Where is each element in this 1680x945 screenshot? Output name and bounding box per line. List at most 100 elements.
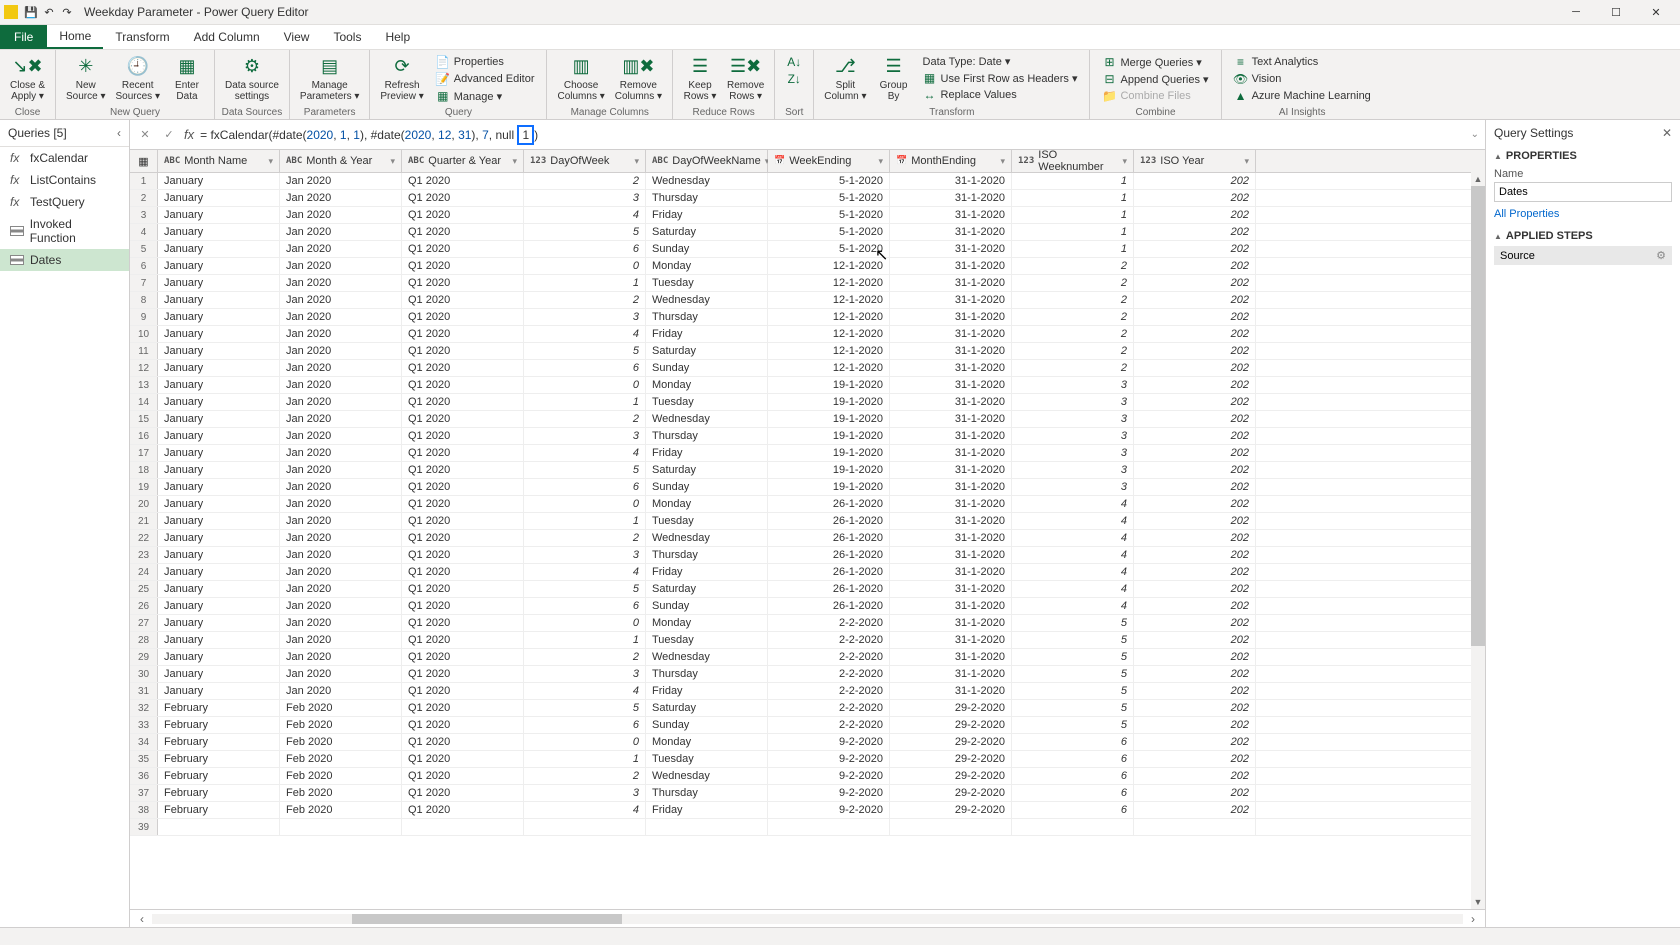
cell-monthyear[interactable]: Jan 2020 xyxy=(280,564,402,580)
cell-month[interactable]: February xyxy=(158,717,280,733)
cell-downame[interactable]: Saturday xyxy=(646,343,768,359)
cell-qy[interactable]: Q1 2020 xyxy=(402,700,524,716)
refresh-preview-button[interactable]: ⟳Refresh Preview ▾ xyxy=(376,52,427,104)
remove-rows-button[interactable]: ☰✖Remove Rows ▾ xyxy=(723,52,768,104)
cell-weekending[interactable]: 19-1-2020 xyxy=(768,411,890,427)
cell-qy[interactable]: Q1 2020 xyxy=(402,309,524,325)
close-settings-icon[interactable]: ✕ xyxy=(1662,126,1672,140)
cell-isoyear[interactable]: 202 xyxy=(1134,394,1256,410)
row-number[interactable]: 3 xyxy=(130,207,158,223)
cell-month[interactable]: February xyxy=(158,768,280,784)
cell-month[interactable]: January xyxy=(158,394,280,410)
table-row[interactable]: 2JanuaryJan 2020Q1 20203Thursday5-1-2020… xyxy=(130,190,1485,207)
cell-downame[interactable]: Wednesday xyxy=(646,411,768,427)
table-row[interactable]: 12JanuaryJan 2020Q1 20206Sunday12-1-2020… xyxy=(130,360,1485,377)
cell-monthending[interactable]: 29-2-2020 xyxy=(890,751,1012,767)
cell-monthyear[interactable]: Feb 2020 xyxy=(280,717,402,733)
cell-month[interactable]: January xyxy=(158,275,280,291)
cell-downame[interactable]: Sunday xyxy=(646,479,768,495)
filter-dropdown-icon[interactable]: ▾ xyxy=(1244,156,1249,167)
cell-downame[interactable]: Tuesday xyxy=(646,513,768,529)
cell-monthending[interactable]: 31-1-2020 xyxy=(890,649,1012,665)
table-row[interactable]: 33FebruaryFeb 2020Q1 20206Sunday2-2-2020… xyxy=(130,717,1485,734)
split-column-button[interactable]: ⎇Split Column ▾ xyxy=(820,52,870,104)
row-number[interactable]: 11 xyxy=(130,343,158,359)
cell-downame[interactable]: Saturday xyxy=(646,700,768,716)
cell-isoyear[interactable]: 202 xyxy=(1134,258,1256,274)
cell-monthyear[interactable] xyxy=(280,819,402,835)
cell-monthyear[interactable]: Jan 2020 xyxy=(280,581,402,597)
table-row[interactable]: 18JanuaryJan 2020Q1 20205Saturday19-1-20… xyxy=(130,462,1485,479)
cell-downame[interactable]: Monday xyxy=(646,377,768,393)
row-number[interactable]: 36 xyxy=(130,768,158,784)
cell-monthyear[interactable]: Feb 2020 xyxy=(280,734,402,750)
cell-monthending[interactable]: 31-1-2020 xyxy=(890,224,1012,240)
cell-monthyear[interactable]: Jan 2020 xyxy=(280,343,402,359)
cell-weekending[interactable]: 12-1-2020 xyxy=(768,292,890,308)
cell-isoyear[interactable]: 202 xyxy=(1134,360,1256,376)
recent-sources-button[interactable]: 🕘Recent Sources ▾ xyxy=(112,52,164,104)
cell-downame[interactable]: Sunday xyxy=(646,360,768,376)
cell-isoweek[interactable]: 5 xyxy=(1012,700,1134,716)
table-row[interactable]: 37FebruaryFeb 2020Q1 20203Thursday9-2-20… xyxy=(130,785,1485,802)
cell-monthending[interactable]: 29-2-2020 xyxy=(890,717,1012,733)
cell-downame[interactable]: Monday xyxy=(646,258,768,274)
column-header-me[interactable]: 📅MonthEnding▾ xyxy=(890,150,1012,172)
cell-monthending[interactable]: 31-1-2020 xyxy=(890,292,1012,308)
table-row[interactable]: 6JanuaryJan 2020Q1 20200Monday12-1-20203… xyxy=(130,258,1485,275)
cell-downame[interactable]: Saturday xyxy=(646,224,768,240)
cell-month[interactable]: January xyxy=(158,530,280,546)
cell-monthending[interactable]: 29-2-2020 xyxy=(890,802,1012,818)
cell-downame[interactable]: Sunday xyxy=(646,241,768,257)
cell-weekending[interactable]: 9-2-2020 xyxy=(768,734,890,750)
cell-month[interactable]: January xyxy=(158,666,280,682)
cell-monthyear[interactable]: Jan 2020 xyxy=(280,173,402,189)
cell-monthending[interactable]: 31-1-2020 xyxy=(890,547,1012,563)
cell-isoyear[interactable]: 202 xyxy=(1134,241,1256,257)
cell-monthyear[interactable]: Jan 2020 xyxy=(280,683,402,699)
cell-monthending[interactable]: 31-1-2020 xyxy=(890,666,1012,682)
cell-dow[interactable]: 6 xyxy=(524,479,646,495)
cell-monthending[interactable]: 31-1-2020 xyxy=(890,343,1012,359)
row-number[interactable]: 29 xyxy=(130,649,158,665)
cell-month[interactable]: February xyxy=(158,751,280,767)
replace-values-button[interactable]: ↔Replace Values xyxy=(919,87,1082,103)
cell-monthyear[interactable]: Jan 2020 xyxy=(280,462,402,478)
cell-monthyear[interactable]: Jan 2020 xyxy=(280,411,402,427)
cell-monthyear[interactable]: Jan 2020 xyxy=(280,598,402,614)
row-number[interactable]: 8 xyxy=(130,292,158,308)
cell-downame[interactable]: Tuesday xyxy=(646,394,768,410)
cell-isoyear[interactable]: 202 xyxy=(1134,734,1256,750)
cell-weekending[interactable]: 2-2-2020 xyxy=(768,666,890,682)
cell-dow[interactable]: 4 xyxy=(524,207,646,223)
cell-weekending[interactable]: 26-1-2020 xyxy=(768,513,890,529)
cell-isoyear[interactable]: 202 xyxy=(1134,683,1256,699)
table-row[interactable]: 31JanuaryJan 2020Q1 20204Friday2-2-20203… xyxy=(130,683,1485,700)
cell-isoweek[interactable]: 5 xyxy=(1012,632,1134,648)
cell-dow[interactable]: 0 xyxy=(524,377,646,393)
cell-dow[interactable]: 4 xyxy=(524,326,646,342)
cell-weekending[interactable]: 26-1-2020 xyxy=(768,547,890,563)
cell-downame[interactable]: Thursday xyxy=(646,666,768,682)
cell-isoyear[interactable]: 202 xyxy=(1134,309,1256,325)
cell-monthyear[interactable]: Jan 2020 xyxy=(280,275,402,291)
data-grid[interactable]: ▦ ABCMonth Name▾ABCMonth & Year▾ABCQuart… xyxy=(130,150,1485,909)
row-number[interactable]: 18 xyxy=(130,462,158,478)
cell-monthyear[interactable]: Jan 2020 xyxy=(280,241,402,257)
cell-weekending[interactable]: 5-1-2020 xyxy=(768,190,890,206)
cell-downame[interactable]: Thursday xyxy=(646,309,768,325)
table-row[interactable]: 36FebruaryFeb 2020Q1 20202Wednesday9-2-2… xyxy=(130,768,1485,785)
cell-monthending[interactable]: 31-1-2020 xyxy=(890,683,1012,699)
cell-monthending[interactable]: 31-1-2020 xyxy=(890,411,1012,427)
cell-weekending[interactable]: 12-1-2020 xyxy=(768,343,890,359)
cell-weekending[interactable]: 12-1-2020 xyxy=(768,309,890,325)
filter-dropdown-icon[interactable]: ▾ xyxy=(1000,156,1005,167)
formula-input[interactable]: = fxCalendar(#date(2020, 1, 1), #date(20… xyxy=(200,128,1464,142)
table-row[interactable]: 25JanuaryJan 2020Q1 20205Saturday26-1-20… xyxy=(130,581,1485,598)
cell-isoweek[interactable]: 6 xyxy=(1012,768,1134,784)
cell-dow[interactable]: 0 xyxy=(524,496,646,512)
row-number[interactable]: 21 xyxy=(130,513,158,529)
row-number[interactable]: 33 xyxy=(130,717,158,733)
accept-formula-icon[interactable]: ✓ xyxy=(160,126,178,144)
cell-monthyear[interactable]: Jan 2020 xyxy=(280,513,402,529)
